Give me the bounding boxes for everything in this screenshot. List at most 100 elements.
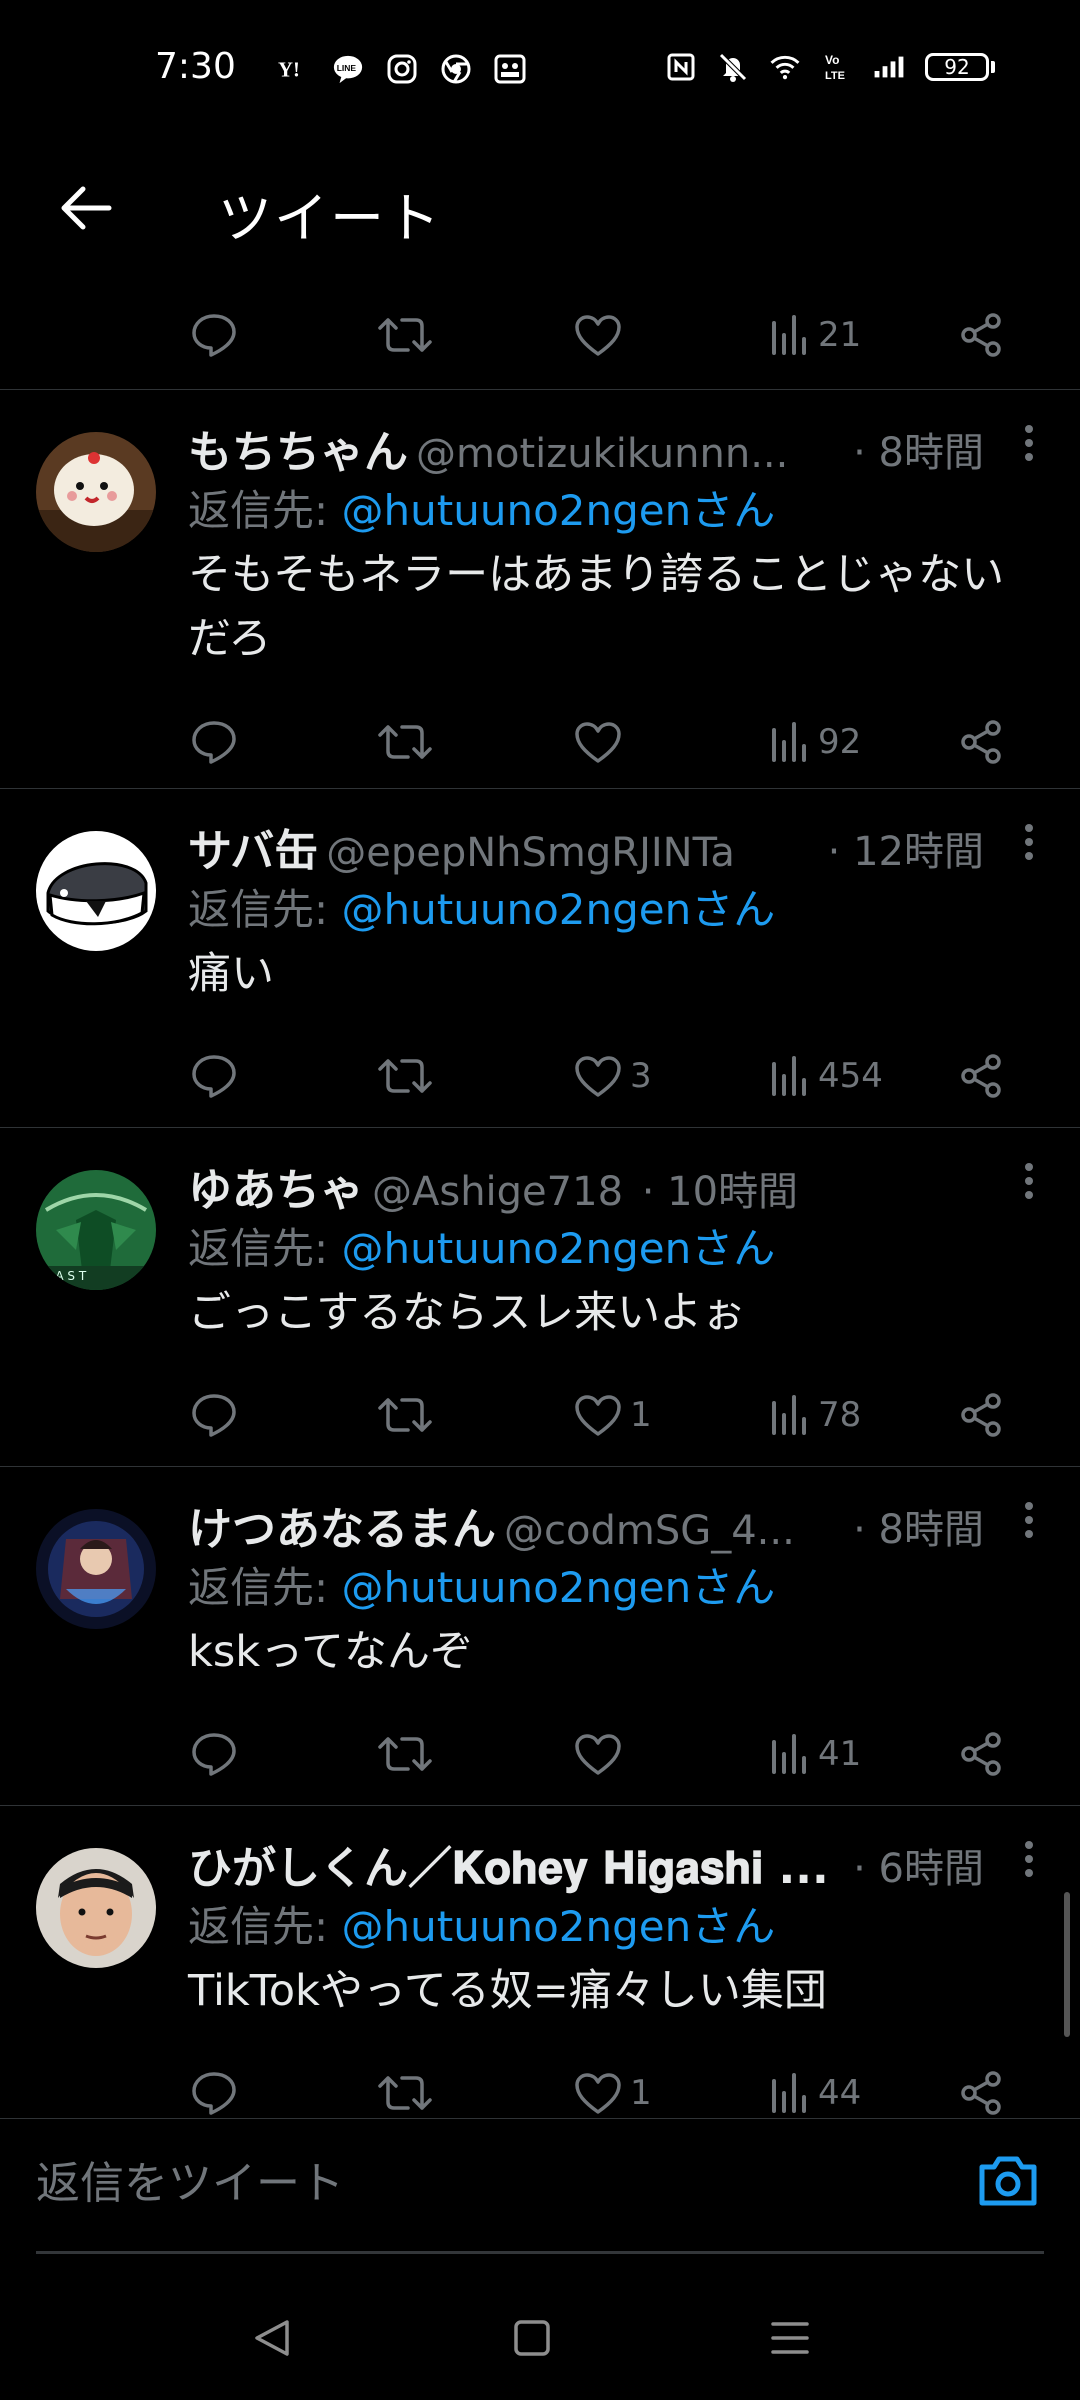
share-icon bbox=[961, 1054, 1001, 1099]
author-name[interactable]: けつあなるまん bbox=[188, 1504, 496, 1555]
views-button[interactable]: 21 bbox=[770, 287, 861, 383]
nav-back-button[interactable] bbox=[252, 2318, 292, 2358]
tweet-item[interactable]: ひがしくん／𝐊𝐨𝐡𝐞𝐲 𝐇𝐢𝐠𝐚𝐬𝐡𝐢 ... · 6時間 返信先: @hutu… bbox=[0, 1806, 1080, 2118]
author-handle[interactable]: @motizukikunnn... bbox=[416, 431, 788, 477]
avatar[interactable]: E A S T bbox=[36, 1170, 156, 1290]
avatar[interactable] bbox=[36, 831, 156, 951]
status-bar: 7:30 Y! LINE Vo LTE 92 bbox=[0, 0, 1080, 140]
reply-button[interactable] bbox=[190, 694, 238, 790]
reply-prefix: 返信先: bbox=[188, 1563, 329, 1612]
reply-mention-link[interactable]: @hutuuno2ngenさん bbox=[342, 486, 776, 535]
reply-input[interactable]: 返信をツイート bbox=[36, 2147, 344, 2211]
retweet-icon bbox=[378, 1059, 432, 1094]
more-options-button[interactable] bbox=[1014, 1493, 1044, 1547]
scrollbar[interactable] bbox=[1064, 1892, 1070, 2037]
author-name[interactable]: もちちゃん bbox=[188, 427, 408, 478]
author-handle[interactable]: @codmSG_4... bbox=[504, 1508, 795, 1554]
reply-button[interactable] bbox=[190, 1028, 238, 1124]
share-button[interactable] bbox=[958, 694, 1004, 790]
nav-home-button[interactable] bbox=[512, 2318, 552, 2358]
like-button[interactable] bbox=[574, 694, 630, 790]
tweet-text: ごっこするならスレ来いよぉ bbox=[188, 1287, 746, 1338]
tweet-item[interactable]: けつあなるまん @codmSG_4... · 8時間 返信先: @hutuuno2… bbox=[0, 1467, 1080, 1806]
battery-level: 92 bbox=[944, 55, 970, 79]
avatar[interactable] bbox=[36, 1848, 156, 1968]
author-name[interactable]: サバ缶 bbox=[188, 826, 318, 877]
like-count: 3 bbox=[630, 1056, 652, 1097]
like-button[interactable]: 1 bbox=[574, 1367, 652, 1463]
more-options-button[interactable] bbox=[1014, 1154, 1044, 1208]
views-count: 21 bbox=[818, 315, 862, 355]
share-button[interactable] bbox=[958, 287, 1004, 383]
retweet-button[interactable] bbox=[378, 1028, 432, 1124]
system-nav-bar bbox=[0, 2270, 1080, 2400]
retweet-button[interactable] bbox=[378, 694, 432, 790]
like-button[interactable]: 3 bbox=[574, 1028, 652, 1124]
reply-mention-link[interactable]: @hutuuno2ngenさん bbox=[342, 1224, 776, 1273]
tweet-item[interactable]: サバ缶 @epepNhSmgRJINTa · 12時間 返信先: @hutuuno… bbox=[0, 789, 1080, 1128]
reply-icon bbox=[192, 314, 236, 357]
like-button[interactable] bbox=[574, 1706, 630, 1802]
app-header: ツイート bbox=[0, 140, 1080, 285]
reply-mention-link[interactable]: @hutuuno2ngenさん bbox=[342, 1563, 776, 1612]
share-button[interactable] bbox=[958, 1367, 1004, 1463]
like-button[interactable] bbox=[574, 287, 622, 383]
notification-icons: Y! LINE bbox=[278, 52, 526, 86]
author-handle[interactable]: @epepNhSmgRJINTa bbox=[326, 830, 735, 876]
line-icon: LINE bbox=[332, 52, 364, 86]
reply-button[interactable] bbox=[190, 287, 238, 383]
author-name[interactable]: ゆあちゃ bbox=[188, 1165, 364, 1216]
reply-composer: 返信をツイート bbox=[0, 2118, 1080, 2254]
svg-text:Vo: Vo bbox=[825, 53, 839, 67]
views-count: 44 bbox=[818, 2073, 862, 2114]
views-icon bbox=[772, 2073, 806, 2114]
like-count: 1 bbox=[630, 1395, 652, 1436]
tweet-item[interactable]: E A S T ゆあちゃ @Ashige718 · 10時間 返信先: @hutu… bbox=[0, 1128, 1080, 1467]
views-button[interactable]: 92 bbox=[770, 694, 861, 790]
share-button[interactable] bbox=[958, 1706, 1004, 1802]
avatar[interactable] bbox=[36, 1509, 156, 1629]
reply-context: 返信先: @hutuuno2ngenさん bbox=[188, 1220, 1044, 1279]
more-options-button[interactable] bbox=[1014, 1832, 1044, 1886]
retweet-icon bbox=[378, 725, 432, 759]
chrome-icon bbox=[440, 52, 472, 86]
nav-recents-button[interactable] bbox=[770, 2318, 810, 2358]
reply-mention-link[interactable]: @hutuuno2ngenさん bbox=[342, 885, 776, 934]
author-handle[interactable]: @Ashige718 bbox=[372, 1169, 623, 1215]
reply-prefix: 返信先: bbox=[188, 885, 329, 934]
retweet-button[interactable] bbox=[378, 1706, 432, 1802]
retweet-icon bbox=[378, 1398, 432, 1433]
reply-mention-link[interactable]: @hutuuno2ngenさん bbox=[342, 1902, 776, 1951]
views-button[interactable]: 41 bbox=[770, 1706, 861, 1802]
camera-button[interactable] bbox=[976, 2151, 1040, 2211]
reply-context: 返信先: @hutuuno2ngenさん bbox=[188, 881, 1044, 940]
avatar[interactable] bbox=[36, 432, 156, 552]
more-options-button[interactable] bbox=[1014, 815, 1044, 869]
reply-button[interactable] bbox=[190, 1706, 238, 1802]
reply-context: 返信先: @hutuuno2ngenさん bbox=[188, 1559, 1044, 1618]
like-button[interactable]: 1 bbox=[574, 2045, 652, 2118]
svg-text:Y!: Y! bbox=[278, 60, 300, 82]
more-dots-icon bbox=[1025, 425, 1033, 461]
reply-button[interactable] bbox=[190, 1367, 238, 1463]
views-button[interactable]: 454 bbox=[770, 1028, 883, 1124]
views-button[interactable]: 78 bbox=[770, 1367, 861, 1463]
retweet-button[interactable] bbox=[378, 287, 432, 383]
retweet-button[interactable] bbox=[378, 2045, 432, 2118]
retweet-icon bbox=[378, 1737, 432, 1772]
timestamp: · 8時間 bbox=[841, 420, 984, 478]
share-button[interactable] bbox=[958, 1028, 1004, 1124]
reply-feed[interactable]: 21 もちちゃん @motizukikunnn... · 8時間 返信先: @hu… bbox=[0, 285, 1080, 2118]
reply-prefix: 返信先: bbox=[188, 1902, 329, 1951]
retweet-button[interactable] bbox=[378, 1367, 432, 1463]
tweet-item[interactable]: もちちゃん @motizukikunnn... · 8時間 返信先: @hutuu… bbox=[0, 390, 1080, 789]
back-button[interactable] bbox=[52, 174, 120, 242]
share-icon bbox=[961, 1393, 1001, 1438]
views-button[interactable]: 44 bbox=[770, 2045, 861, 2118]
author-name[interactable]: ひがしくん／𝐊𝐨𝐡𝐞𝐲 𝐇𝐢𝐠𝐚𝐬𝐡𝐢 ... bbox=[188, 1843, 829, 1894]
more-options-button[interactable] bbox=[1014, 416, 1044, 470]
share-button[interactable] bbox=[958, 2045, 1004, 2118]
timestamp: · 8時間 bbox=[841, 1497, 984, 1555]
reply-button[interactable] bbox=[190, 2045, 238, 2118]
retweet-icon bbox=[378, 318, 432, 352]
